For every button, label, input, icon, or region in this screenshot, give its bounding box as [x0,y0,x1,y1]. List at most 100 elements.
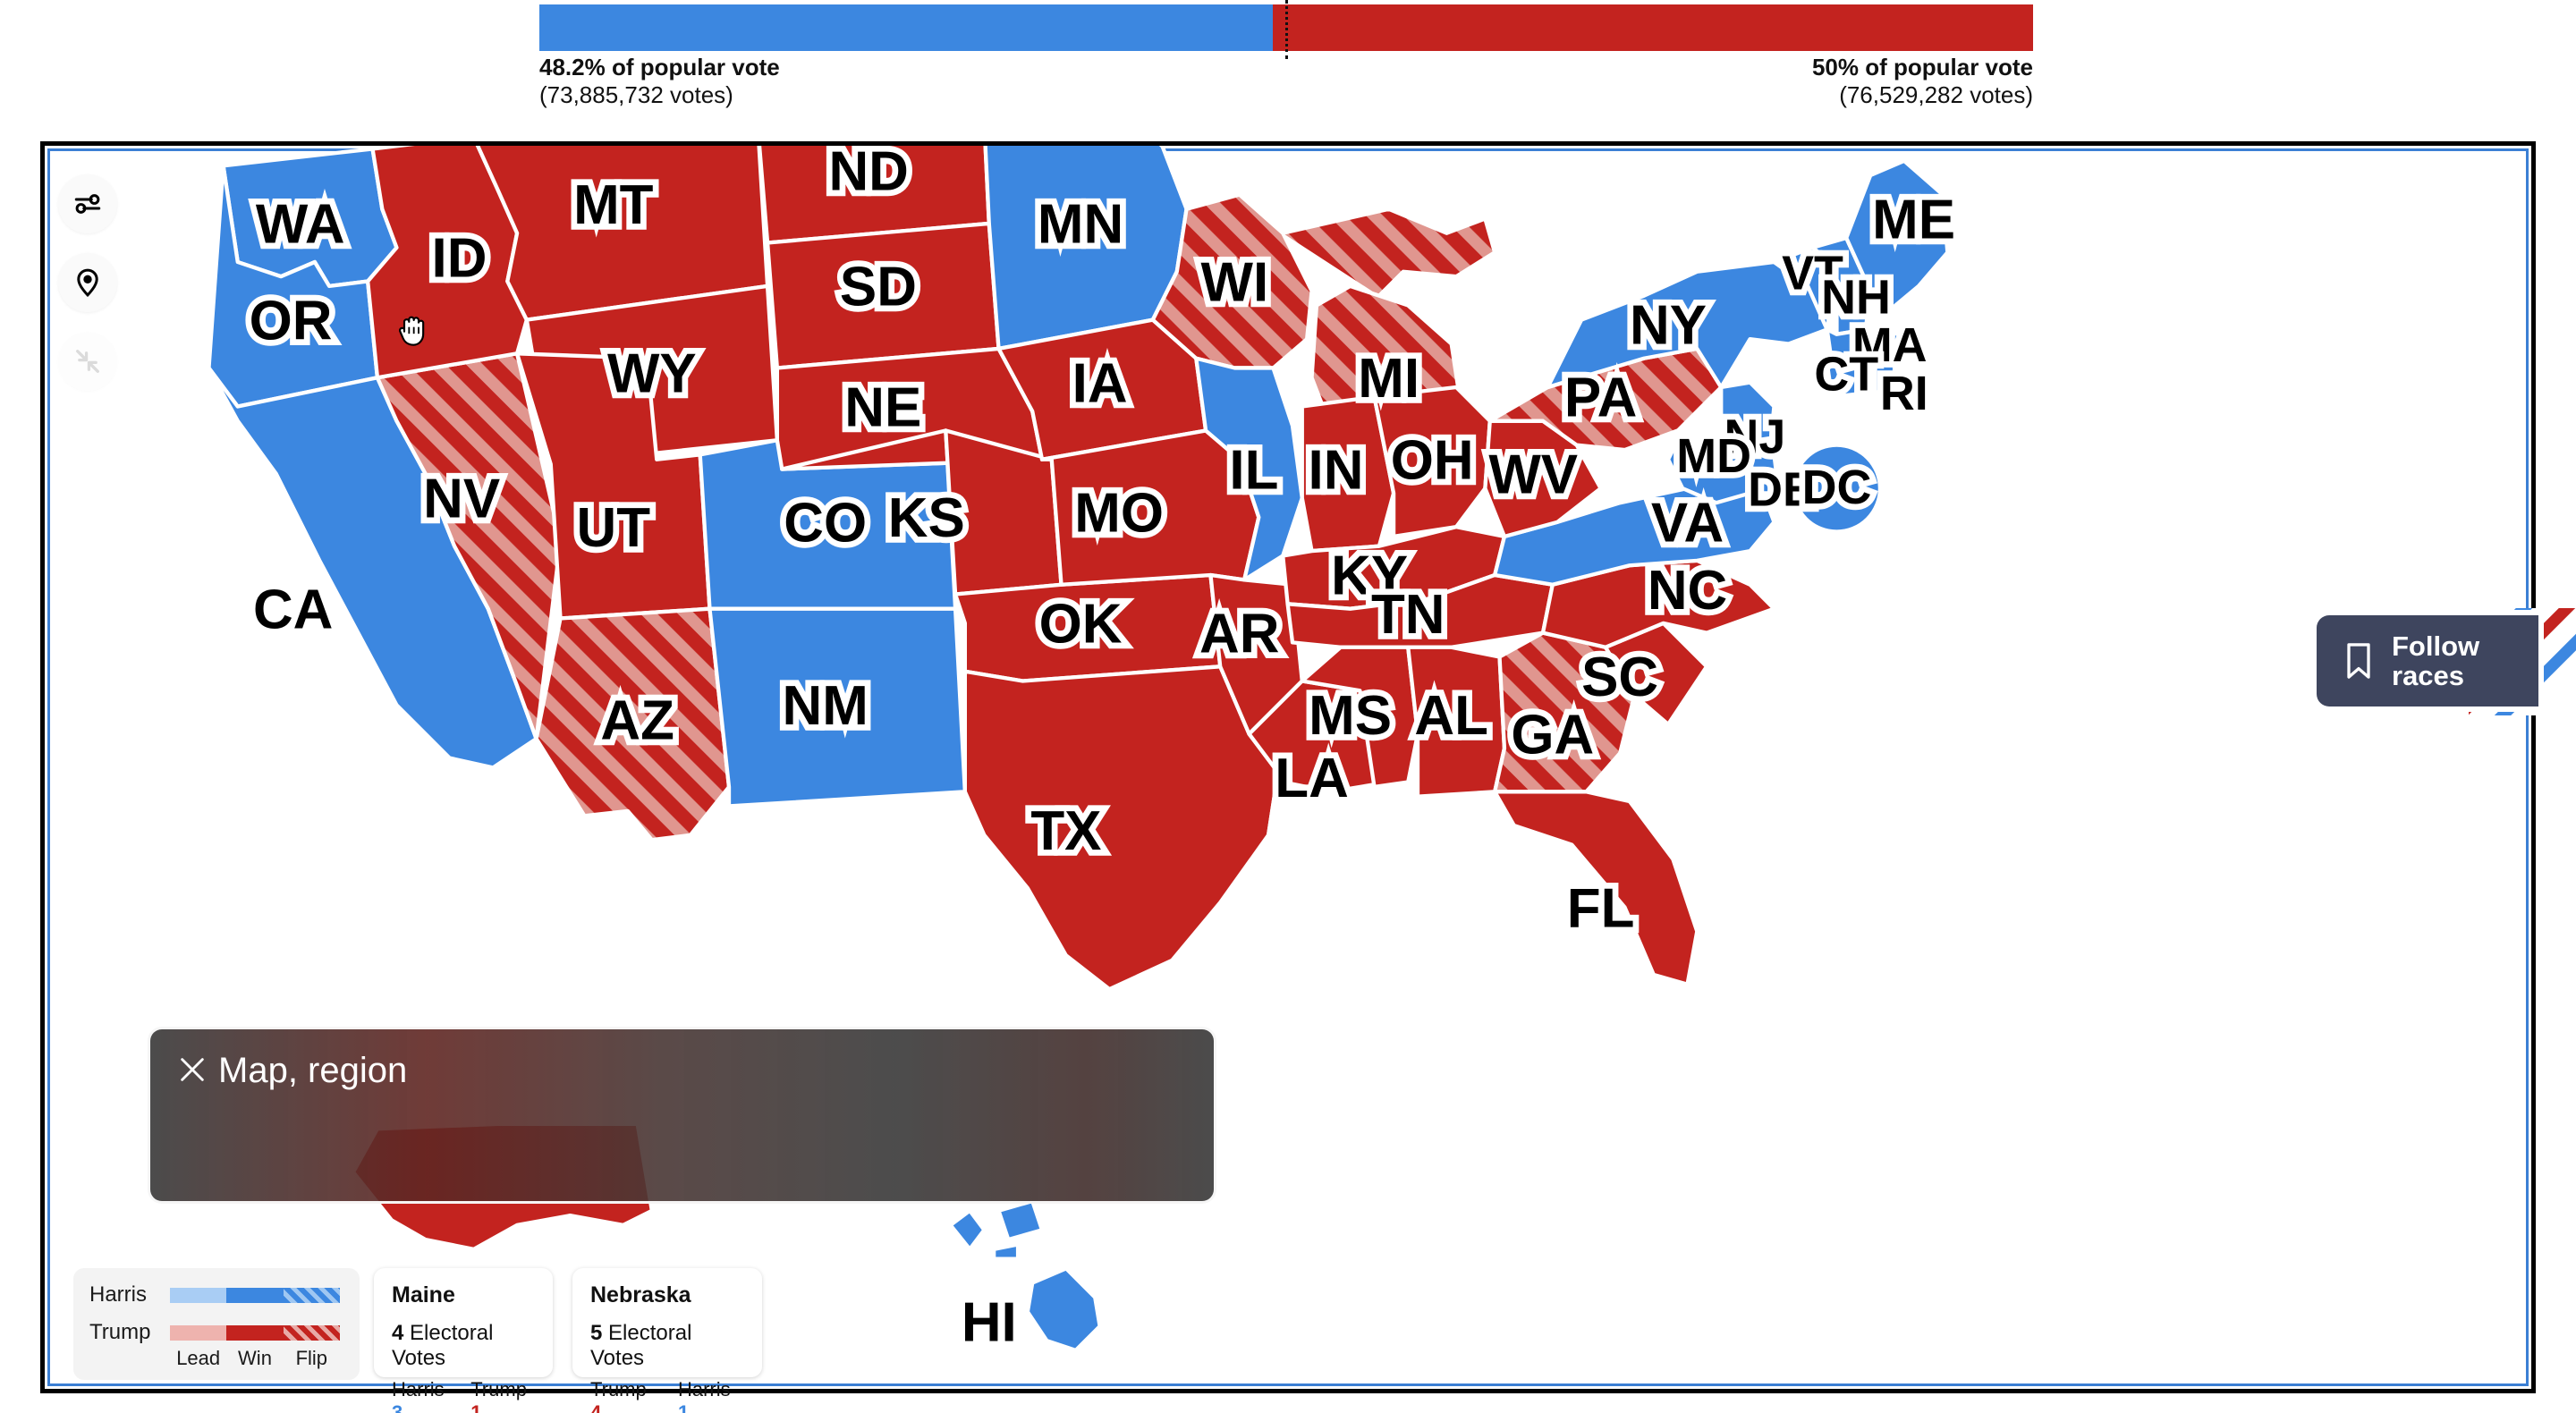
map-collapse-button[interactable] [58,332,117,391]
legend-swatch-harris-flip [283,1287,340,1303]
label-MI: MI [1358,348,1419,410]
collapse-arrows-icon [76,350,99,373]
legend-swatch-trump-flip [283,1324,340,1341]
follow-races-button[interactable]: Follow races [2317,615,2538,706]
label-ME: ME [1872,189,1955,250]
map-region-overlay: Map, region [148,1027,1216,1204]
split-state-card-maine[interactable]: Maine 4 Electoral Votes Harris 3 Trump 1 [374,1268,553,1413]
label-NC: NC [1648,560,1727,622]
label-NH: NH [1821,270,1891,324]
label-TN: TN [1371,584,1445,646]
harris-votes-text: (73,885,732 votes) [539,80,733,108]
nebraska-title: Nebraska [590,1282,691,1307]
split-state-card-nebraska[interactable]: Nebraska 5 Electoral Votes Trump 4 Harri… [572,1268,762,1413]
label-CT: CT [1814,347,1878,401]
legend-scale-flip: Flip [295,1347,328,1369]
legend-scale: Lead Win Flip [170,1347,340,1370]
label-MS: MS [1309,685,1392,747]
label-CA: CA [253,579,333,640]
popular-vote-segment-trump [1272,4,2033,51]
nebraska-split-trump-count: 4 [590,1401,602,1413]
election-map-page: 48.2% of popular vote (73,885,732 votes)… [0,0,2576,1413]
trump-percent-text: 50% of popular vote [1811,54,2033,80]
label-SD: SD [840,257,917,318]
map-pin-icon [77,268,98,297]
label-OH: OH [1391,430,1474,492]
label-NY: NY [1630,295,1707,357]
nebraska-split-harris-count: 1 [677,1401,690,1413]
popular-vote-midpoint-marker [1285,0,1288,59]
map-container[interactable]: WA OR CA NV ID MT WY UT AZ CO NM ND SD N… [40,141,2536,1393]
popular-vote-bar-section: 48.2% of popular vote (73,885,732 votes)… [0,0,2576,108]
label-OK: OK [1039,594,1123,656]
label-WY: WY [607,343,697,405]
map-locate-button[interactable] [58,253,117,312]
map-settings-button[interactable] [58,174,117,233]
trump-votes-text: (76,529,282 votes) [1839,80,2033,108]
maine-title: Maine [392,1282,455,1307]
label-MN: MN [1038,194,1123,256]
label-LA: LA [1275,748,1349,809]
legend-swatch-harris-lead [170,1287,227,1303]
legend-scale-win: Win [238,1347,272,1369]
legend-swatch-trump-lead [170,1324,227,1341]
label-TX: TX [1030,800,1101,862]
label-AL: AL [1414,685,1488,747]
label-MT: MT [573,174,654,236]
legend-swatch-harris-win [226,1287,284,1303]
label-AR: AR [1199,603,1279,664]
nebraska-ev-count: 5 [590,1321,603,1345]
follow-races-label-line1: Follow [2392,630,2480,662]
label-OR: OR [250,290,333,351]
legend-row-trump: Trump [89,1320,343,1345]
label-NV: NV [423,469,500,530]
state-TX[interactable] [962,664,1280,992]
nebraska-electoral-votes: 5 Electoral Votes [590,1321,744,1371]
maine-split-harris-count: 3 [392,1401,403,1413]
close-icon[interactable] [177,1054,208,1085]
label-NM: NM [783,675,869,737]
label-ND: ND [828,141,908,202]
nebraska-split-harris: Harris 1 [678,1378,744,1413]
legend-swatches-harris [170,1287,340,1303]
label-IA: IA [1072,352,1128,414]
label-PA: PA [1564,368,1637,429]
maine-split: Harris 3 Trump 1 [392,1378,535,1413]
label-HI: HI [962,1291,1017,1353]
legend-scale-lead: Lead [176,1347,221,1369]
maine-split-trump-count: 1 [470,1401,482,1413]
label-WA: WA [256,194,345,256]
bookmark-icon [2347,643,2370,679]
label-MO: MO [1074,483,1164,545]
follow-races-widget: Follow races [2317,608,2576,715]
label-SC: SC [1581,647,1658,708]
label-WI: WI [1201,251,1269,313]
sliders-icon [74,194,101,214]
label-KS: KS [888,487,965,549]
legend-swatch-trump-win [226,1324,284,1341]
maine-split-trump: Trump 1 [470,1378,535,1413]
label-GA: GA [1511,704,1594,766]
maine-split-trump-name: Trump [470,1378,527,1400]
label-NE: NE [844,377,921,438]
legend-label-harris: Harris [89,1282,147,1307]
maine-ev-label: Electoral Votes [392,1321,494,1370]
maine-ev-count: 4 [392,1321,404,1345]
follow-races-label: Follow races [2392,631,2479,690]
map-controls [58,174,117,391]
trump-popular-vote-label: 50% of popular vote (76,529,282 votes) [1812,54,2033,108]
label-CO: CO [784,493,867,554]
harris-popular-vote-label: 48.2% of popular vote (73,885,732 votes) [539,54,780,108]
popular-vote-segment-harris [539,4,1273,51]
label-DC: DC [1802,461,1872,514]
label-IL: IL [1229,439,1278,501]
maine-split-harris: Harris 3 [392,1378,453,1413]
nebraska-split: Trump 4 Harris 1 [590,1378,744,1413]
label-UT: UT [577,497,651,559]
legend-label-trump: Trump [89,1320,151,1344]
label-IN: IN [1309,439,1364,501]
label-VA: VA [1651,493,1724,554]
label-RI: RI [1880,367,1928,420]
label-WV: WV [1488,444,1578,506]
harris-percent-text: 48.2% of popular vote [539,54,780,80]
